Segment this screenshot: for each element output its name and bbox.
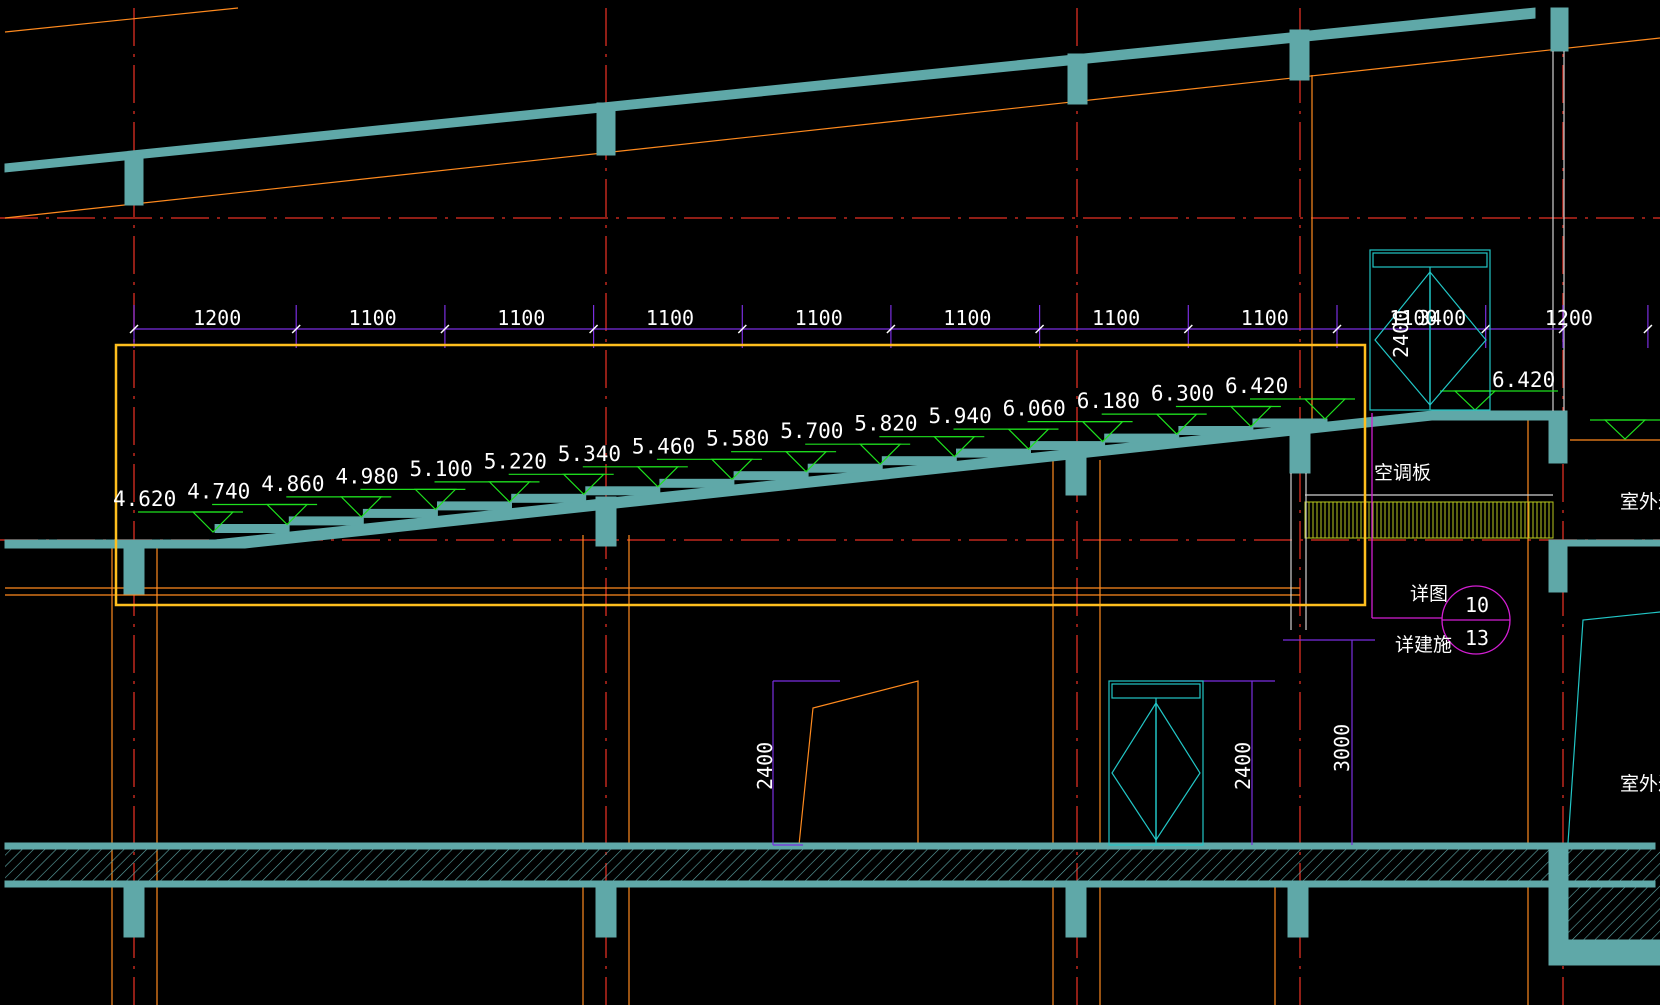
- dim-text-lower-left: 2400: [753, 742, 777, 790]
- slab-beam: [1065, 445, 1087, 496]
- elevation-text-10: 5.820: [854, 412, 917, 436]
- slab-beam: [123, 547, 145, 595]
- elevation-text-6: 5.340: [558, 442, 621, 466]
- ground-beam: [1065, 884, 1087, 938]
- elevation-text-12: 6.060: [1003, 397, 1066, 421]
- roof-beam: [1289, 29, 1310, 81]
- dim-text-lower-right: 3000: [1330, 724, 1354, 772]
- dim-text-door-top: 2400: [1389, 310, 1413, 358]
- slab-step: [585, 486, 661, 496]
- slab-step: [1104, 433, 1180, 443]
- slab-beam: [1289, 419, 1311, 474]
- outdoor-label-2: 室外过: [1620, 773, 1660, 795]
- ac-slab-end: [1548, 539, 1568, 593]
- callout-number: 10: [1465, 593, 1489, 617]
- elevation-text-0: 4.620: [113, 487, 176, 511]
- elevation-text-14: 6.300: [1151, 382, 1214, 406]
- ground-slab-hatch: [5, 849, 1555, 881]
- slab-beam: [1548, 410, 1568, 464]
- detail-label: 详图: [1410, 583, 1448, 605]
- dim-text-5: 1100: [943, 306, 991, 330]
- elevation-text-5: 5.220: [484, 449, 547, 473]
- detail-ref-label: 详建施: [1395, 634, 1452, 656]
- cad-section-drawing: 1200 1100 1100 1100 1100 1100 1100 1100 1100 1200…: [0, 0, 1660, 1005]
- dim-text-top-right: 3400: [1418, 306, 1466, 330]
- dim-text-7: 1100: [1241, 306, 1289, 330]
- ac-panel-label: 空调板: [1374, 462, 1431, 484]
- callout-sheet: 13: [1465, 626, 1489, 650]
- slab-step: [659, 478, 735, 488]
- slab-step: [881, 456, 957, 466]
- slab-step: [288, 516, 364, 526]
- elevation-text-4: 5.100: [410, 457, 473, 481]
- dim-text-0: 1200: [193, 306, 241, 330]
- slab-step: [733, 471, 809, 481]
- slab-step: [1178, 426, 1254, 435]
- dim-text-9: 1200: [1545, 306, 1593, 330]
- dim-text-2: 1100: [497, 306, 545, 330]
- roof-beam: [1067, 53, 1088, 105]
- elevation-text-2: 4.860: [261, 472, 324, 496]
- elevation-text-1: 4.740: [187, 480, 250, 504]
- roof-beam: [596, 102, 616, 156]
- elevation-text-11: 5.940: [929, 404, 992, 428]
- dim-text-3: 1100: [646, 306, 694, 330]
- right-foundation-hatch: [1568, 849, 1660, 940]
- roof-beam: [124, 151, 144, 206]
- ground-slab-top: [4, 842, 1656, 850]
- outdoor-label-1: 室外过: [1620, 491, 1660, 513]
- elevation-text-right: 6.420: [1492, 368, 1555, 392]
- elevation-text-8: 5.580: [706, 427, 769, 451]
- dim-text-4: 1100: [795, 306, 843, 330]
- elevation-text-7: 5.460: [632, 434, 695, 458]
- slab-step: [511, 493, 587, 503]
- roof-column: [1550, 7, 1569, 52]
- ground-beam: [595, 884, 617, 938]
- slab-step: [956, 448, 1031, 458]
- dim-text-lower-door: 2400: [1231, 742, 1255, 790]
- ground-beam: [123, 884, 145, 938]
- slab-step: [214, 524, 290, 533]
- elevation-text-9: 5.700: [780, 419, 843, 443]
- dim-text-1: 1100: [349, 306, 397, 330]
- ac-panel-louver: [1304, 501, 1554, 539]
- slab-step: [362, 508, 438, 518]
- dim-text-6: 1100: [1092, 306, 1140, 330]
- ground-beam: [1287, 884, 1309, 938]
- slab-step: [807, 463, 883, 473]
- right-slab-lip: [1565, 539, 1660, 547]
- slab-step: [437, 501, 512, 511]
- elevation-text-15: 6.420: [1225, 374, 1288, 398]
- ground-slab-bottom: [4, 880, 1656, 888]
- slab-beam: [595, 496, 617, 547]
- elevation-text-3: 4.980: [335, 464, 398, 488]
- elevation-text-13: 6.180: [1077, 389, 1140, 413]
